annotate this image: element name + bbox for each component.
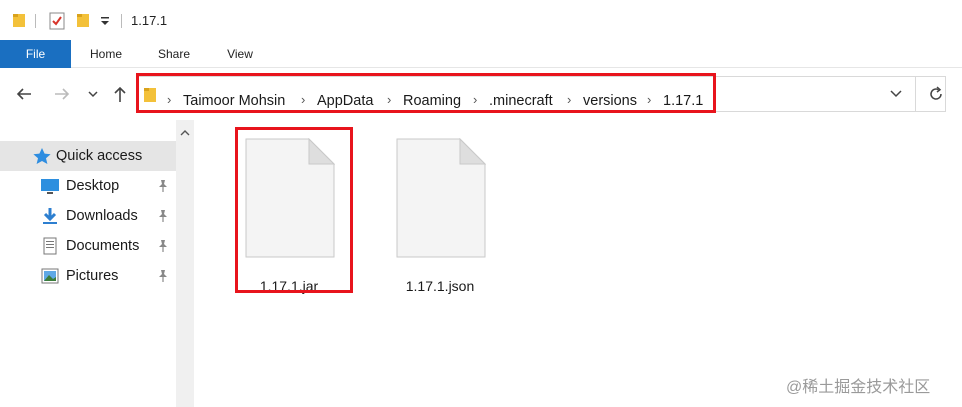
sidebar-item-label: Documents: [66, 238, 140, 254]
navigation-pane: Quick access Desktop Downloads Documents…: [0, 120, 196, 407]
address-highlight-box: [136, 73, 716, 113]
tab-home[interactable]: Home: [80, 40, 132, 68]
document-file-icon: [396, 137, 487, 258]
file-explorer-window: 1.17.1 File Home Share View › Taimoor Mo…: [0, 0, 962, 407]
back-arrow-icon[interactable]: [14, 84, 34, 104]
pin-icon[interactable]: [156, 269, 170, 283]
divider: [35, 14, 36, 28]
file-name: 1.17.1.json: [405, 278, 475, 294]
recent-locations-chevron-icon[interactable]: [86, 84, 106, 104]
file-highlight-box: [235, 127, 353, 293]
refresh-button[interactable]: [915, 76, 955, 112]
tab-share[interactable]: Share: [150, 40, 198, 68]
folder-icon: [12, 12, 26, 33]
customize-dropdown-icon[interactable]: [100, 13, 110, 32]
tab-view[interactable]: View: [218, 40, 262, 68]
sidebar-item-desktop[interactable]: Desktop: [0, 171, 176, 201]
title-bar: 1.17.1: [0, 0, 962, 40]
sidebar-item-documents[interactable]: Documents: [0, 231, 176, 261]
address-row: › Taimoor Mohsin › AppData › Roaming › .…: [0, 68, 962, 120]
sidebar-item-label: Downloads: [66, 208, 138, 224]
sidebar-item-downloads[interactable]: Downloads: [0, 201, 176, 231]
up-arrow-icon[interactable]: [110, 84, 130, 104]
file-item[interactable]: 1.17.1.json: [380, 137, 500, 298]
address-dropdown-chevron-icon[interactable]: [889, 87, 903, 106]
navigation-scrollbar[interactable]: [176, 120, 194, 407]
divider: [121, 14, 122, 28]
tab-file[interactable]: File: [0, 40, 71, 68]
refresh-icon: [927, 85, 945, 108]
star-icon: [32, 147, 52, 165]
sidebar-item-label: Desktop: [66, 178, 120, 194]
sidebar-item-quick-access[interactable]: Quick access: [0, 141, 176, 171]
forward-arrow-icon[interactable]: [52, 84, 72, 104]
watermark-text: @稀土掘金技术社区: [786, 379, 931, 396]
sidebar-item-label: Quick access: [56, 148, 143, 164]
sidebar-item-label: Pictures: [66, 268, 119, 284]
ribbon: File Home Share View: [0, 40, 962, 68]
sidebar-item-pictures[interactable]: Pictures: [0, 261, 176, 291]
pin-icon[interactable]: [156, 179, 170, 193]
pin-icon[interactable]: [156, 239, 170, 253]
window-title: 1.17.1: [131, 13, 168, 28]
scroll-up-chevron-icon[interactable]: [180, 124, 190, 142]
pin-icon[interactable]: [156, 209, 170, 223]
desktop-icon: [40, 177, 60, 195]
download-icon: [40, 207, 60, 225]
pictures-icon: [40, 267, 60, 285]
properties-icon[interactable]: [49, 12, 65, 35]
documents-icon: [40, 237, 60, 255]
new-folder-icon[interactable]: [76, 12, 90, 33]
